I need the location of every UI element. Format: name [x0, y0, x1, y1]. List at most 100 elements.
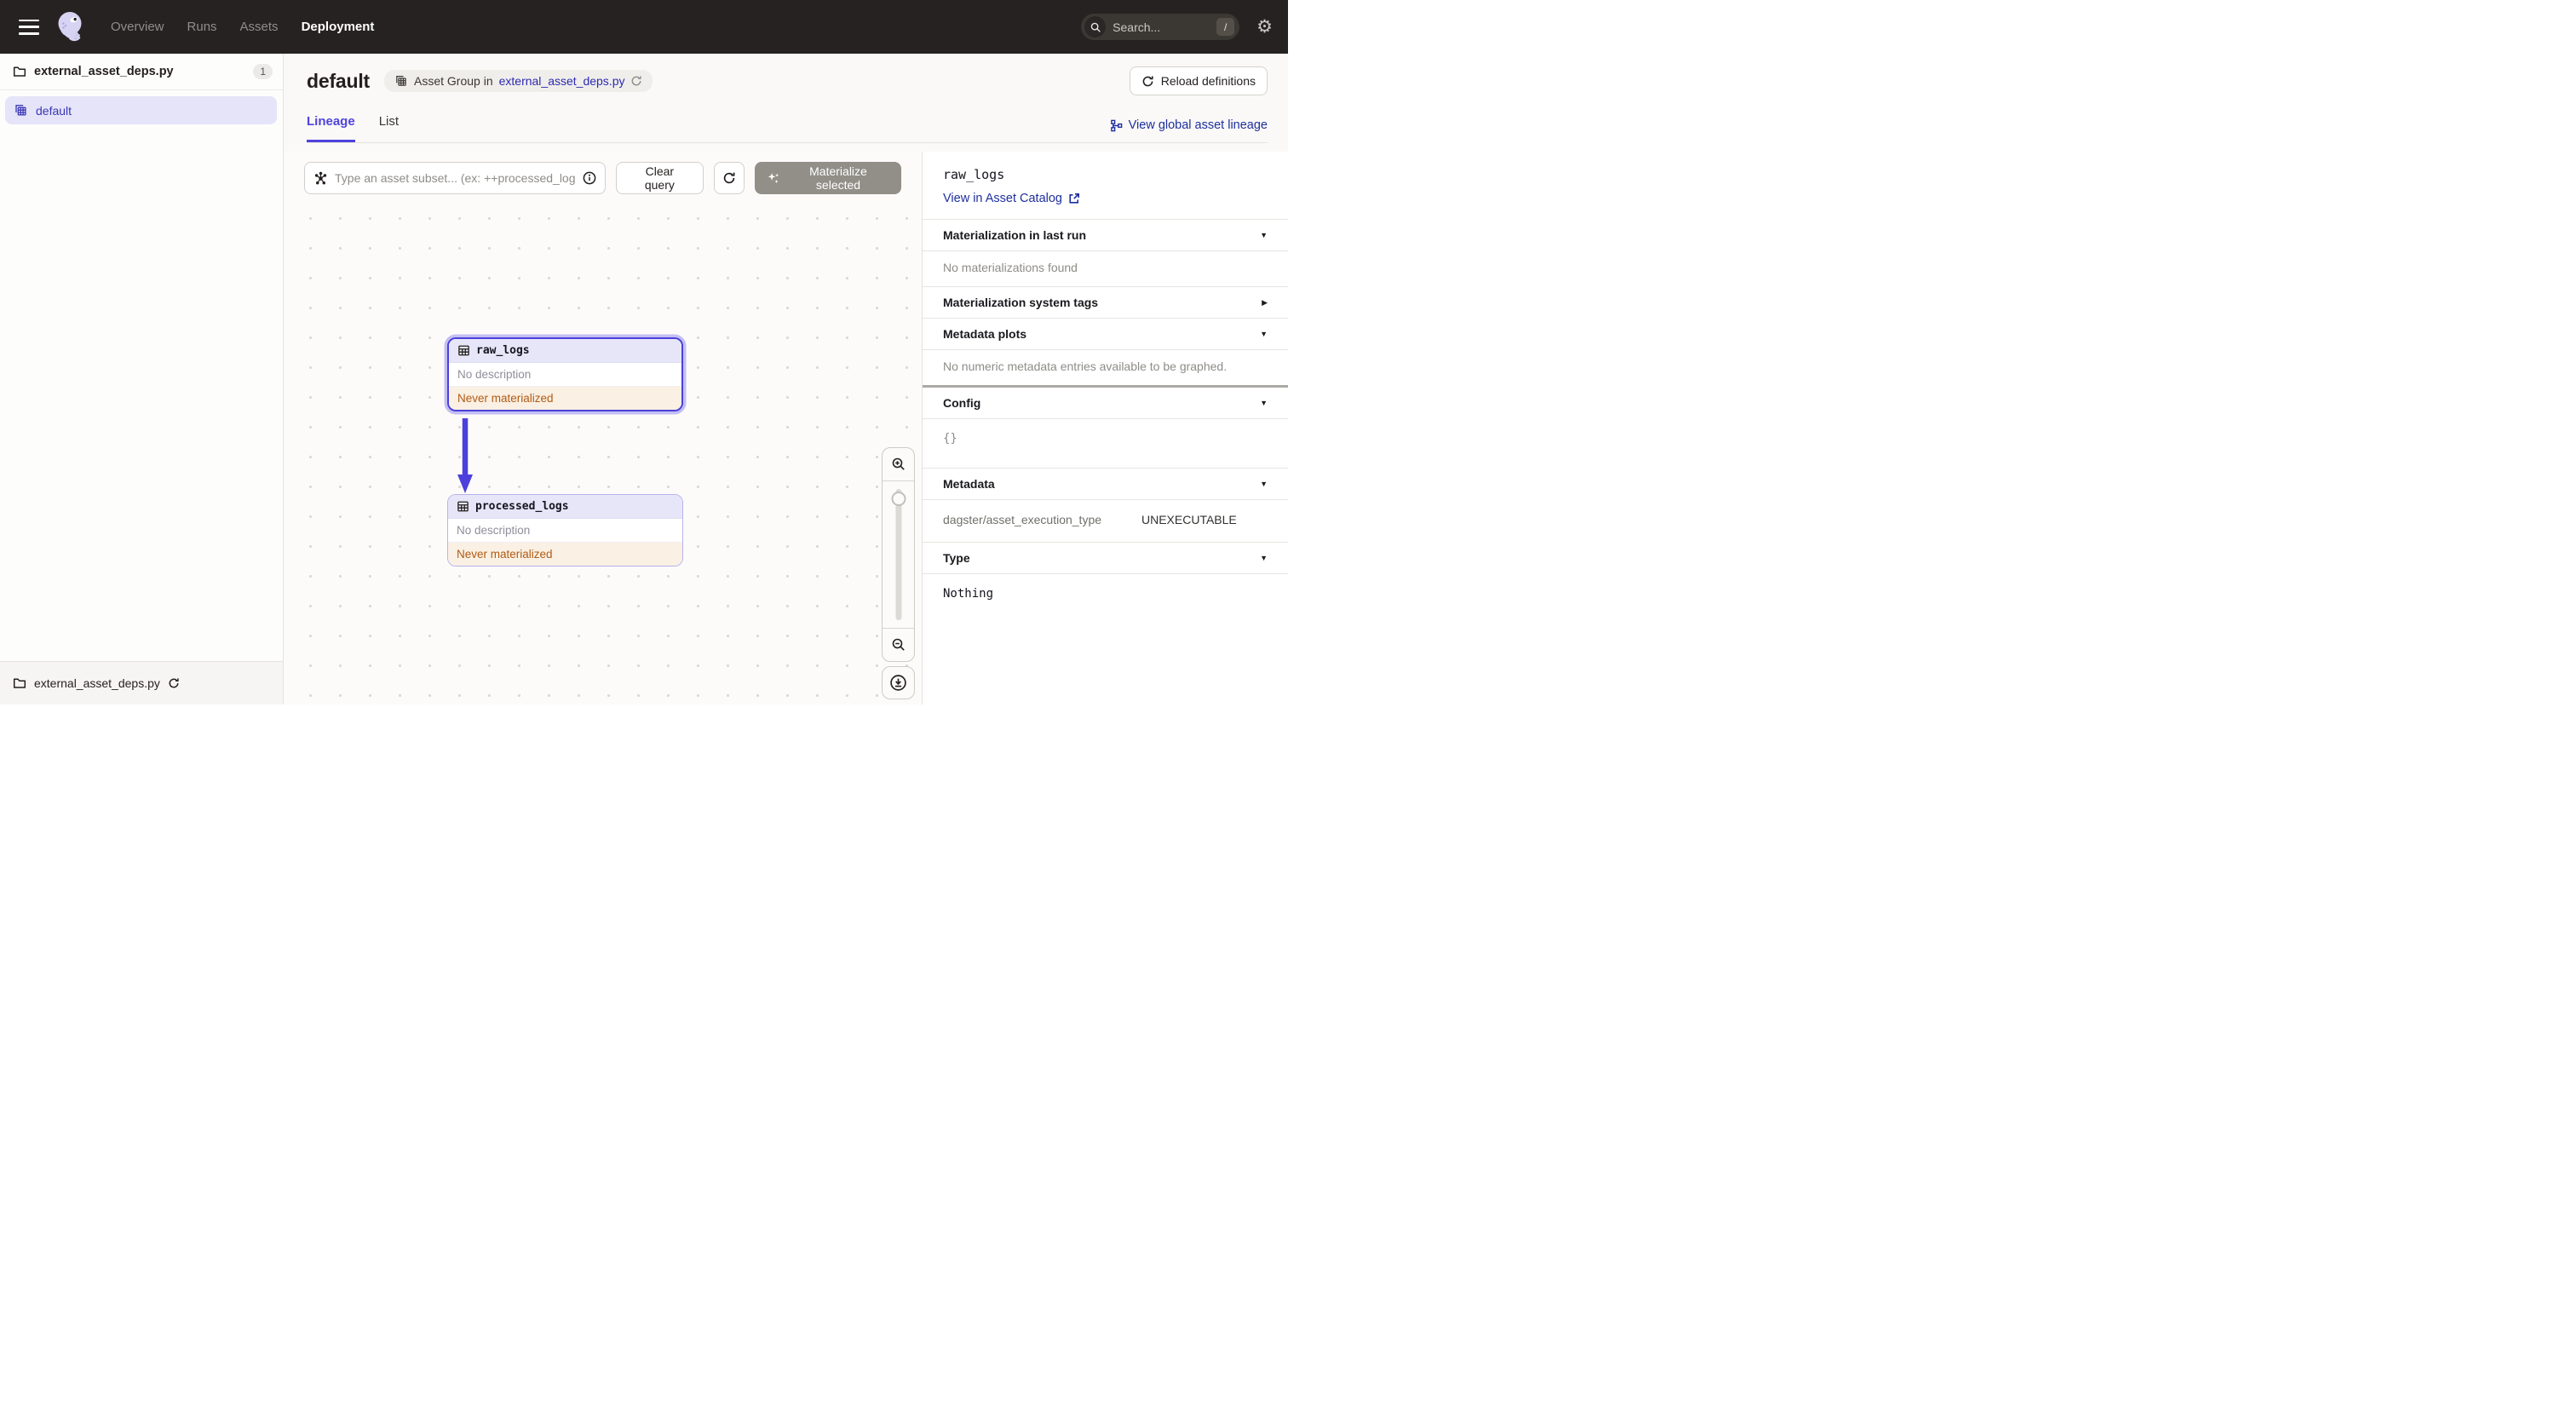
view-global-asset-lineage-link[interactable]: View global asset lineage [1110, 118, 1268, 142]
asset-subset-input[interactable] [335, 171, 577, 185]
type-value: Nothing [923, 573, 1288, 621]
section-label: Config [943, 396, 981, 410]
clear-query-button[interactable]: Clear query [616, 162, 704, 194]
hamburger-menu-icon[interactable] [19, 19, 39, 35]
refresh-graph-button[interactable] [713, 162, 745, 194]
sidebar-footer: external_asset_deps.py [0, 661, 283, 704]
zoom-control [882, 447, 915, 662]
zoom-out-button[interactable] [883, 628, 914, 661]
caret-down-icon: ▼ [1260, 399, 1268, 407]
config-value: {} [923, 418, 1288, 468]
global-search[interactable]: / [1081, 14, 1240, 40]
asset-node-status: Never materialized [448, 543, 682, 566]
sidebar-item-label: default [36, 103, 72, 118]
section-label: Metadata [943, 477, 995, 491]
asset-node-description: No description [449, 363, 681, 387]
lineage-canvas[interactable]: Clear query Materialize selected [284, 152, 922, 704]
asset-node-description: No description [448, 519, 682, 543]
asset-node-name: raw_logs [476, 344, 530, 357]
materialize-selected-label: Materialize selected [809, 164, 867, 192]
metadata-row: dagster/asset_execution_type UNEXECUTABL… [923, 499, 1288, 542]
caret-down-icon: ▼ [1260, 330, 1268, 338]
lineage-toolbar: Clear query Materialize selected [284, 152, 922, 204]
caret-down-icon: ▼ [1260, 554, 1268, 562]
asset-node-status: Never materialized [449, 387, 681, 410]
search-icon [1084, 16, 1107, 37]
refresh-icon [723, 172, 734, 184]
caret-down-icon: ▼ [1260, 231, 1268, 239]
zoom-in-icon [892, 457, 905, 470]
materialize-selected-button[interactable]: Materialize selected [754, 162, 901, 194]
sidebar-repo-label: external_asset_deps.py [34, 65, 174, 78]
asset-subset-query[interactable] [304, 162, 607, 194]
folder-icon [13, 66, 26, 77]
tab-list[interactable]: List [379, 114, 399, 142]
metadata-key: dagster/asset_execution_type [943, 513, 1102, 526]
nav-item-overview[interactable]: Overview [111, 20, 164, 34]
nav-item-assets[interactable]: Assets [240, 20, 279, 34]
materialization-empty-text: No materializations found [923, 250, 1288, 286]
section-label: Materialization system tags [943, 296, 1099, 309]
footer-repo-label: external_asset_deps.py [34, 676, 160, 690]
section-config[interactable]: Config ▼ [923, 388, 1288, 418]
top-nav: Overview Runs Assets Deployment / ⚙ [0, 0, 1288, 54]
download-icon [890, 675, 906, 691]
global-lineage-label: View global asset lineage [1128, 118, 1268, 132]
gear-icon[interactable]: ⚙ [1256, 18, 1273, 36]
view-in-asset-catalog-link[interactable]: View in Asset Catalog [943, 192, 1080, 205]
search-shortcut-badge: / [1216, 18, 1235, 36]
info-icon[interactable] [583, 171, 596, 185]
section-materialization-in-last-run[interactable]: Materialization in last run ▼ [923, 219, 1288, 250]
catalog-link-label: View in Asset Catalog [943, 192, 1062, 205]
zoom-slider-track[interactable] [895, 489, 901, 620]
sparkles-icon [768, 172, 779, 183]
zoom-slider[interactable] [883, 481, 914, 628]
dagster-logo-icon[interactable] [55, 10, 87, 44]
page-header: default Asset Group in external_asset_de… [284, 54, 1288, 152]
clear-query-label: Clear query [644, 164, 675, 192]
zoom-out-icon [892, 638, 905, 651]
section-metadata[interactable]: Metadata ▼ [923, 468, 1288, 499]
sidebar-repo-row[interactable]: external_asset_deps.py 1 [0, 54, 283, 90]
section-label: Metadata plots [943, 327, 1027, 341]
asset-group-badge: Asset Group in external_asset_deps.py [384, 70, 653, 92]
section-label: Materialization in last run [943, 228, 1087, 242]
sidebar-item-default-group[interactable]: default [5, 96, 277, 124]
caret-right-icon: ▶ [1262, 297, 1268, 307]
metadata-value: UNEXECUTABLE [1141, 513, 1237, 526]
table-icon [457, 501, 469, 512]
nav-item-deployment[interactable]: Deployment [302, 20, 375, 34]
reload-definitions-button[interactable]: Reload definitions [1129, 66, 1268, 95]
nav-item-runs[interactable]: Runs [187, 20, 217, 34]
asset-node-name: processed_logs [475, 500, 569, 513]
badge-prefix: Asset Group in [414, 74, 493, 88]
zoom-slider-thumb[interactable] [891, 492, 906, 506]
section-materialization-system-tags[interactable]: Materialization system tags ▶ [923, 286, 1288, 318]
panel-asset-title: raw_logs [943, 167, 1005, 182]
asset-node-header: processed_logs [448, 495, 682, 519]
lineage-edge-arrow [457, 418, 473, 493]
asset-group-icon [15, 105, 26, 116]
tab-lineage[interactable]: Lineage [307, 114, 355, 142]
search-input[interactable] [1113, 20, 1210, 34]
download-image-button[interactable] [882, 666, 915, 699]
asset-node-raw-logs[interactable]: raw_logs No description Never materializ… [447, 337, 683, 411]
asset-node-header: raw_logs [449, 339, 681, 363]
metadata-plots-empty-text: No numeric metadata entries available to… [923, 349, 1288, 385]
badge-repo-link[interactable]: external_asset_deps.py [499, 74, 625, 88]
page-title: default [307, 69, 370, 92]
section-metadata-plots[interactable]: Metadata plots ▼ [923, 318, 1288, 349]
top-nav-items: Overview Runs Assets Deployment [111, 20, 397, 34]
asset-group-icon [396, 76, 406, 86]
refresh-icon[interactable] [630, 75, 642, 87]
section-type[interactable]: Type ▼ [923, 542, 1288, 573]
refresh-icon[interactable] [168, 677, 180, 689]
section-label: Type [943, 551, 970, 565]
sidebar: external_asset_deps.py 1 default externa… [0, 54, 284, 704]
asset-node-processed-logs[interactable]: processed_logs No description Never mate… [447, 494, 683, 566]
caret-down-icon: ▼ [1260, 480, 1268, 488]
reload-definitions-label: Reload definitions [1160, 74, 1256, 88]
refresh-icon [1142, 76, 1153, 86]
asset-count-badge: 1 [253, 64, 273, 79]
zoom-in-button[interactable] [883, 448, 914, 481]
